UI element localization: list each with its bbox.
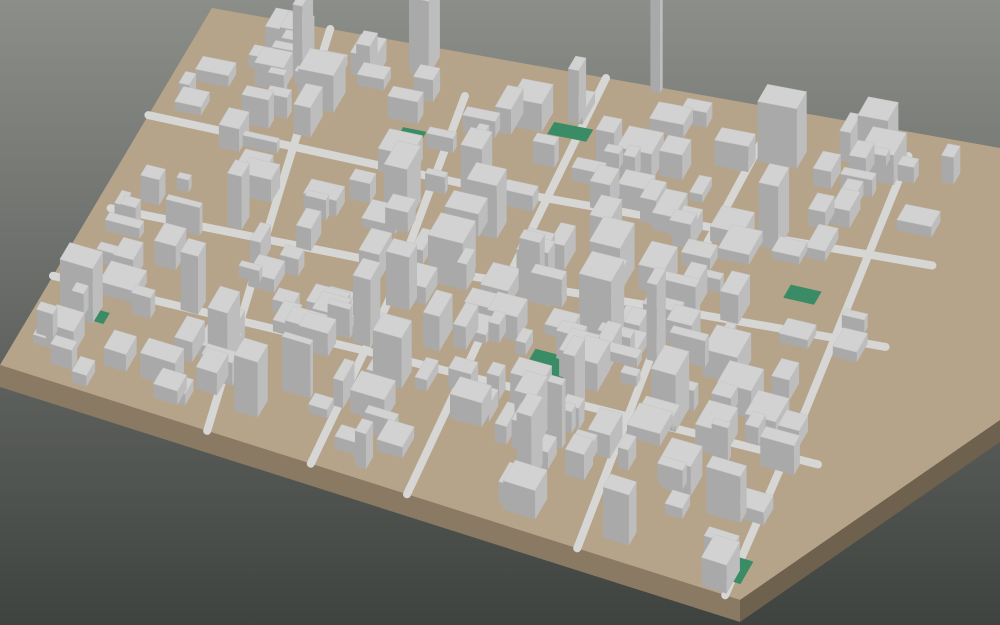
city-model-canvas[interactable] — [0, 0, 1000, 625]
building-side — [234, 355, 258, 418]
building-side — [218, 124, 240, 152]
building-side — [349, 304, 353, 339]
building — [281, 331, 314, 399]
building — [233, 337, 269, 418]
building-side — [453, 323, 466, 351]
building — [227, 159, 250, 230]
building-side — [650, 0, 660, 93]
building — [385, 238, 418, 311]
building — [897, 155, 920, 184]
3d-city-model-viewport[interactable] — [0, 0, 1000, 625]
building — [424, 167, 449, 195]
building — [603, 143, 624, 170]
building — [131, 284, 156, 319]
building — [36, 301, 58, 339]
building-side — [711, 423, 728, 462]
building-side — [617, 447, 629, 471]
building-side — [355, 430, 366, 470]
building-side — [532, 140, 555, 168]
building — [711, 417, 732, 462]
building — [387, 85, 424, 124]
building-side — [293, 104, 311, 138]
building-side — [727, 422, 731, 462]
building-side — [488, 321, 500, 344]
building — [530, 263, 568, 308]
building-side — [603, 487, 629, 546]
building-side — [941, 155, 954, 185]
building-side — [199, 203, 203, 236]
building — [409, 0, 440, 77]
building-side — [568, 68, 579, 124]
building-side — [352, 275, 371, 348]
building — [669, 208, 698, 242]
building-side — [646, 282, 657, 362]
building-side — [720, 291, 739, 325]
building-side — [333, 378, 343, 409]
building-side — [561, 379, 566, 449]
building — [176, 172, 192, 193]
building — [714, 127, 756, 173]
building-side — [659, 150, 683, 181]
building — [757, 84, 808, 169]
building — [532, 132, 560, 168]
building — [567, 55, 587, 124]
building — [140, 164, 166, 206]
building-side — [494, 423, 507, 445]
building-side — [839, 130, 851, 163]
building-side — [180, 251, 198, 315]
building-side — [296, 225, 311, 251]
building-side — [227, 173, 242, 230]
building-side — [659, 0, 663, 93]
building — [449, 376, 492, 428]
building-side — [423, 312, 440, 352]
building — [650, 0, 663, 93]
building-side — [757, 101, 797, 169]
building — [705, 455, 747, 524]
building-side — [282, 336, 311, 399]
building — [348, 168, 377, 204]
building-side — [140, 175, 160, 206]
building-side — [457, 262, 467, 291]
building-side — [386, 251, 410, 311]
building — [180, 238, 207, 315]
building — [872, 146, 891, 167]
building-side — [409, 0, 429, 77]
building — [602, 473, 637, 546]
building-side — [310, 340, 313, 399]
building — [384, 193, 417, 233]
